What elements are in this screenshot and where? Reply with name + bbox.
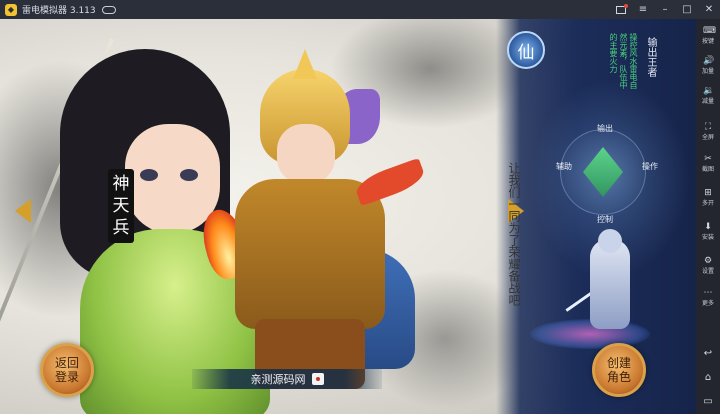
dice-icon: [311, 373, 324, 385]
sidebar-label: 按键: [701, 38, 714, 45]
sidebar-item-fullscreen[interactable]: ⛶ 全屏: [696, 119, 720, 147]
radar-label-control: 控制: [597, 215, 613, 224]
game-viewport[interactable]: 神天兵 让我们一同为了荣耀备战吧 仙 操控风水雷电自然元素，队伍中的主要火力 输…: [0, 19, 696, 414]
radar-label-operation: 操作: [642, 162, 658, 171]
red-ribbon: [352, 157, 428, 207]
watermark-banner: 亲测源码网: [192, 369, 382, 389]
sidebar-label: 截图: [701, 166, 714, 173]
sidebar-item-volume-up[interactable]: 🔊 加量: [696, 53, 720, 81]
character-preview[interactable]: [565, 229, 650, 339]
keyboard-icon: ⌨: [703, 26, 716, 36]
radar-label-support: 辅助: [556, 162, 572, 171]
multi-open-icon: ⊞: [704, 188, 712, 198]
warrior-face: [277, 124, 335, 184]
recent-apps-icon[interactable]: ▭: [696, 395, 720, 409]
knight-head: [598, 229, 622, 253]
hero-name-label: 神天兵: [108, 169, 134, 243]
volume-up-icon: 🔊: [703, 56, 715, 66]
volume-down-icon: 🔉: [703, 86, 715, 96]
title-bar: ◆ 雷电模拟器 3.113 ≡ – □ ✕: [0, 0, 720, 19]
more-icon: ⋯: [703, 288, 713, 298]
back-icon[interactable]: ↩: [696, 347, 720, 361]
radar-label-output: 输出: [597, 124, 613, 133]
app-logo-icon: ◆: [5, 3, 17, 16]
warrior-artwork: [205, 49, 428, 389]
watermark-text: 亲测源码网: [250, 373, 306, 386]
helmet-spike: [293, 49, 317, 79]
sidebar-item-multi-open[interactable]: ⊞ 多开: [696, 185, 720, 213]
sidebar-item-install[interactable]: ⬇ 安装: [696, 219, 720, 247]
sidebar-item-settings[interactable]: ⚙ 设置: [696, 253, 720, 281]
mail-icon[interactable]: [616, 3, 628, 14]
class-badge[interactable]: 仙: [507, 31, 545, 69]
role-title: 输出王者: [645, 37, 656, 77]
heroine-eye: [180, 169, 198, 181]
prev-character-arrow[interactable]: [15, 199, 31, 223]
sidebar-label: 设置: [701, 268, 714, 275]
emulator-sidebar: ⌨ 按键 🔊 加量 🔉 减量 ⛶ 全屏 ✂ 截图 ⊞ 多开 ⬇ 安装 ⚙ 设置 …: [696, 19, 720, 414]
emulator-window: ◆ 雷电模拟器 3.113 ≡ – □ ✕ 神天兵 让我们一同为了荣耀备战吧 仙…: [0, 0, 720, 414]
home-icon[interactable]: ⌂: [696, 371, 720, 385]
install-icon: ⬇: [704, 222, 712, 232]
heroine-eye: [140, 169, 158, 181]
sidebar-label: 加量: [701, 68, 714, 75]
sidebar-label: 安装: [701, 234, 714, 241]
sidebar-label: 全屏: [701, 134, 714, 141]
sidebar-label: 减量: [701, 98, 714, 105]
ability-radar: [560, 129, 646, 219]
create-character-button[interactable]: 创建角色: [592, 343, 646, 397]
sidebar-item-more[interactable]: ⋯ 更多: [696, 285, 720, 313]
maximize-icon[interactable]: □: [682, 4, 692, 15]
minimize-icon[interactable]: –: [660, 4, 670, 15]
settings-icon: ⚙: [703, 256, 713, 266]
close-icon[interactable]: ✕: [704, 4, 714, 15]
slogan-text: 让我们一同为了荣耀备战吧: [507, 162, 521, 306]
sidebar-label: 更多: [701, 300, 714, 307]
sidebar-item-volume-down[interactable]: 🔉 减量: [696, 83, 720, 111]
scissors-icon: ✂: [704, 154, 712, 164]
sidebar-item-keyboard[interactable]: ⌨ 按键: [696, 23, 720, 51]
app-title: 雷电模拟器 3.113: [22, 6, 96, 16]
sidebar-label: 多开: [701, 200, 714, 207]
gamepad-icon[interactable]: [101, 5, 116, 14]
back-to-login-button[interactable]: 返回登录: [40, 343, 94, 397]
sidebar-item-screenshot[interactable]: ✂ 截图: [696, 151, 720, 179]
fullscreen-icon: ⛶: [704, 122, 712, 132]
window-controls: ≡ – □ ✕: [616, 0, 714, 19]
menu-icon[interactable]: ≡: [638, 4, 648, 15]
role-description: 操控风水雷电自然元素，队伍中的主要火力: [609, 33, 638, 89]
